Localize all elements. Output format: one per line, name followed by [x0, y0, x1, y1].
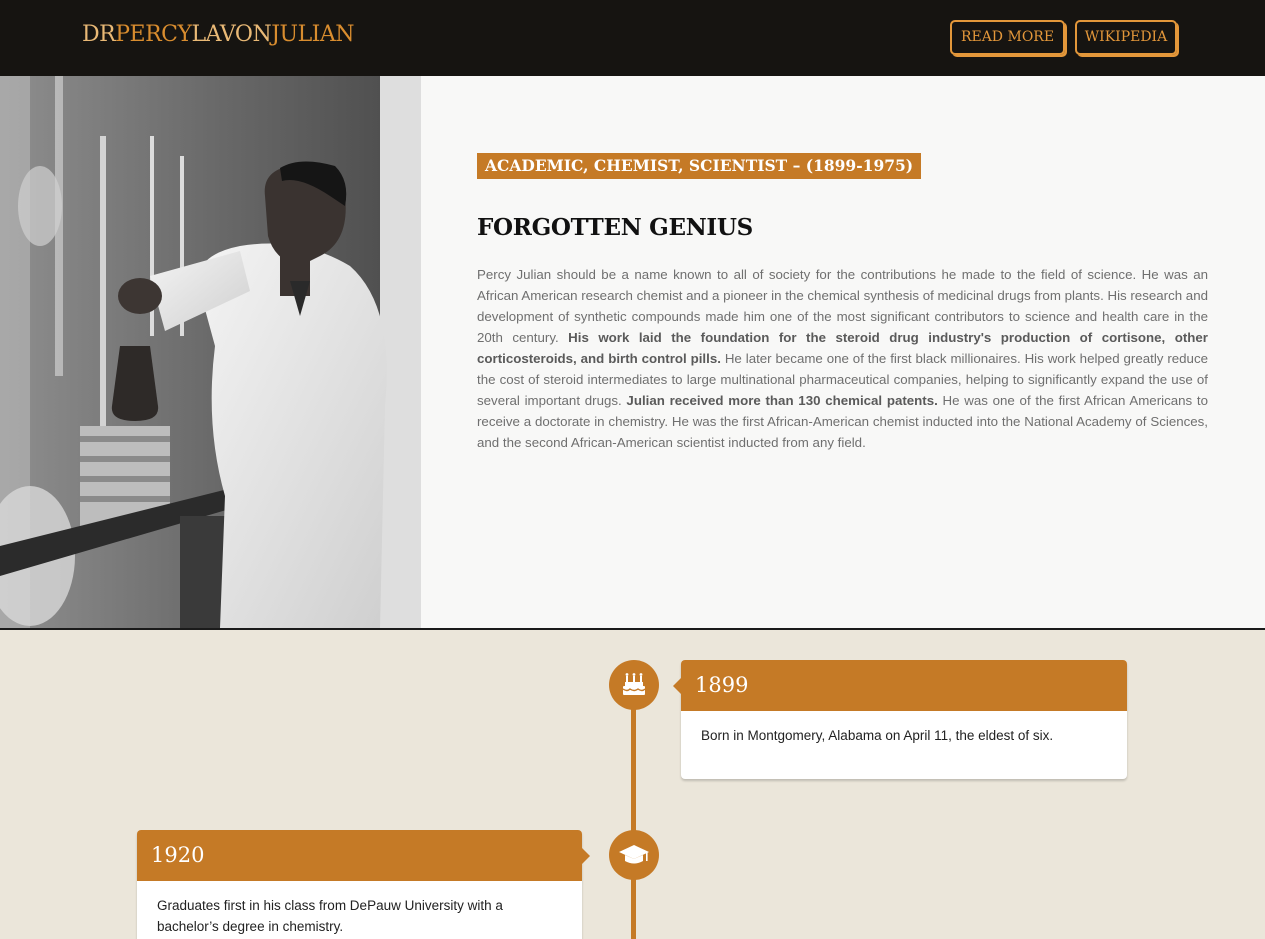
timeline-text: Graduates first in his class from DePauw… [157, 898, 503, 934]
site-logo[interactable]: DRPERCYLAVONJULIAN [82, 22, 355, 47]
hero-section: ACADEMIC, CHEMIST, SCIENTIST – (1899-197… [0, 76, 1265, 628]
graduation-cap-icon [609, 830, 659, 880]
logo-part-julian: JULIAN [271, 22, 355, 47]
section-divider [0, 628, 1265, 630]
timeline-year: 1920 [137, 830, 590, 881]
bio-paragraph: Percy Julian should be a name known to a… [477, 264, 1208, 453]
timeline-year: 1899 [673, 660, 1127, 711]
logo-part-dr: DR [82, 22, 116, 47]
tagline-badge: ACADEMIC, CHEMIST, SCIENTIST – (1899-197… [477, 153, 922, 179]
timeline-card-1899: 1899 Born in Montgomery, Alabama on Apri… [673, 660, 1127, 779]
wikipedia-button[interactable]: WIKIPEDIA [1075, 20, 1177, 55]
logo-part-lavon: LAVON [191, 22, 272, 47]
bio-highlight: Julian received more than 130 chemical p… [626, 393, 938, 408]
card-pointer [673, 678, 681, 694]
page-title: FORGOTTEN GENIUS [477, 214, 753, 241]
birthday-cake-icon [609, 660, 659, 710]
timeline-text: Born in Montgomery, Alabama on April 11,… [701, 728, 1054, 743]
timeline-line [631, 684, 636, 939]
timeline-year-label: 1899 [695, 673, 749, 697]
timeline-card-1920: 1920 Graduates first in his class from D… [137, 830, 590, 939]
timeline-year-label: 1920 [151, 843, 205, 867]
card-pointer [582, 848, 590, 864]
site-header: DRPERCYLAVONJULIAN READ MORE WIKIPEDIA [0, 0, 1265, 76]
read-more-button[interactable]: READ MORE [950, 20, 1065, 55]
logo-part-percy: PERCY [115, 22, 192, 47]
scientist-photo [0, 76, 421, 628]
